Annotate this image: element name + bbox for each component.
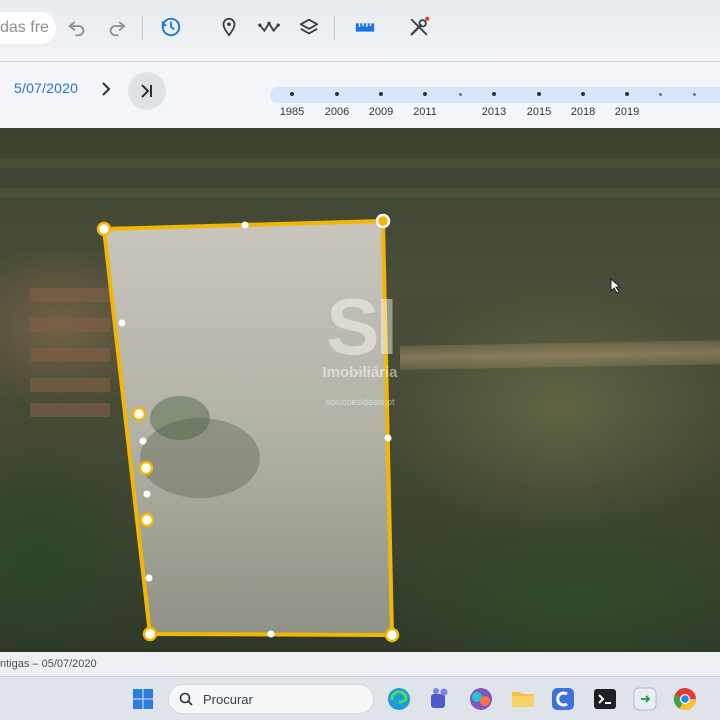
midpoint-handle[interactable] [267,630,275,638]
copilot-icon[interactable] [468,686,494,712]
timeline-year-label: 2013 [481,106,507,118]
historical-timeline: 5/07/2020 1985 2006 2009 2011 2013 2015 … [0,62,720,128]
search-placeholder: Procurar [203,691,253,707]
undo-icon [68,21,85,37]
timeline-tick[interactable] [423,92,427,96]
toolbar: das fre [0,0,720,62]
timeline-tick[interactable] [659,93,662,96]
timeline-tick[interactable] [492,92,496,96]
tools-button[interactable] [406,14,432,40]
teams-icon[interactable] [426,686,452,712]
watermark: SI Imobiliária solucoesideais.pt [300,282,420,408]
search-icon [179,692,193,706]
midpoint-handle[interactable] [143,490,151,498]
timeline-tick[interactable] [581,92,585,96]
watermark-logo: SI [326,282,398,371]
terminal-icon[interactable] [592,686,618,712]
next-date-button[interactable] [96,78,116,100]
toolbar-divider [334,16,335,40]
timeline-tick[interactable] [537,92,541,96]
vertex-handle[interactable] [375,213,391,229]
remote-app-icon[interactable] [632,686,658,712]
skip-to-end-icon [141,84,152,98]
timeline-tick[interactable] [335,92,339,96]
timeline-tick[interactable] [290,92,294,96]
satellite-map[interactable]: SI Imobiliária solucoesideais.pt [0,128,720,652]
timeline-year-label: 2011 [413,106,437,118]
timeline-tick[interactable] [693,93,696,96]
edge-icon[interactable] [386,686,412,712]
add-path-button[interactable] [256,14,282,40]
latest-date-button[interactable] [128,72,166,110]
timeline-tick[interactable] [379,92,383,96]
timeline-tick[interactable] [459,93,462,96]
historical-imagery-icon [161,17,181,37]
redo-button[interactable] [104,14,130,40]
timeline-year-label: 1985 [279,106,305,118]
chrome-icon[interactable] [672,686,698,712]
add-path-icon [258,21,280,33]
toolbar-divider [142,16,143,40]
imagery-date-status: ntigas – 05/07/2020 [0,652,720,676]
redo-icon [109,21,126,37]
undo-button[interactable] [64,14,90,40]
vertex-handle[interactable] [142,626,158,642]
vertex-handle[interactable] [96,221,112,237]
chevron-right-icon [102,82,111,96]
midpoint-handle[interactable] [118,319,126,327]
midpoint-handle[interactable] [145,574,153,582]
timeline-tick[interactable] [625,92,629,96]
midpoint-handle[interactable] [384,434,392,442]
layers-icon [299,18,319,35]
measure-button[interactable] [352,14,378,40]
mouse-cursor-icon [610,278,622,294]
layers-button[interactable] [296,14,322,40]
midpoint-handle[interactable] [139,437,147,445]
historical-imagery-button[interactable] [158,14,184,40]
vertex-handle[interactable] [131,406,147,422]
timeline-year-label: 2018 [570,106,596,118]
windows-taskbar: Procurar [0,676,720,720]
measure-ruler-icon [355,23,375,32]
add-placemark-button[interactable] [216,14,242,40]
vertex-handle[interactable] [139,512,155,528]
midpoint-handle[interactable] [241,221,249,229]
timeline-date-label: 5/07/2020 [14,80,79,96]
file-explorer-icon[interactable] [510,686,536,712]
clipchamp-icon[interactable] [550,686,576,712]
timeline-year-label: 2009 [368,106,394,118]
search-field[interactable]: das fre [0,12,56,44]
taskbar-search[interactable]: Procurar [168,684,374,714]
tools-icon [410,16,430,36]
vegetation-patch [150,396,210,440]
watermark-url: solucoesideais.pt [325,397,395,407]
timeline-year-label: 2015 [526,106,552,118]
windows-start-icon[interactable] [132,688,154,710]
vertex-handle[interactable] [138,460,154,476]
vertex-handle[interactable] [384,627,400,643]
timeline-year-label: 2019 [614,106,640,118]
watermark-name: Imobiliária [322,364,398,381]
timeline-year-label: 2006 [324,106,350,118]
add-placemark-icon [222,17,236,37]
